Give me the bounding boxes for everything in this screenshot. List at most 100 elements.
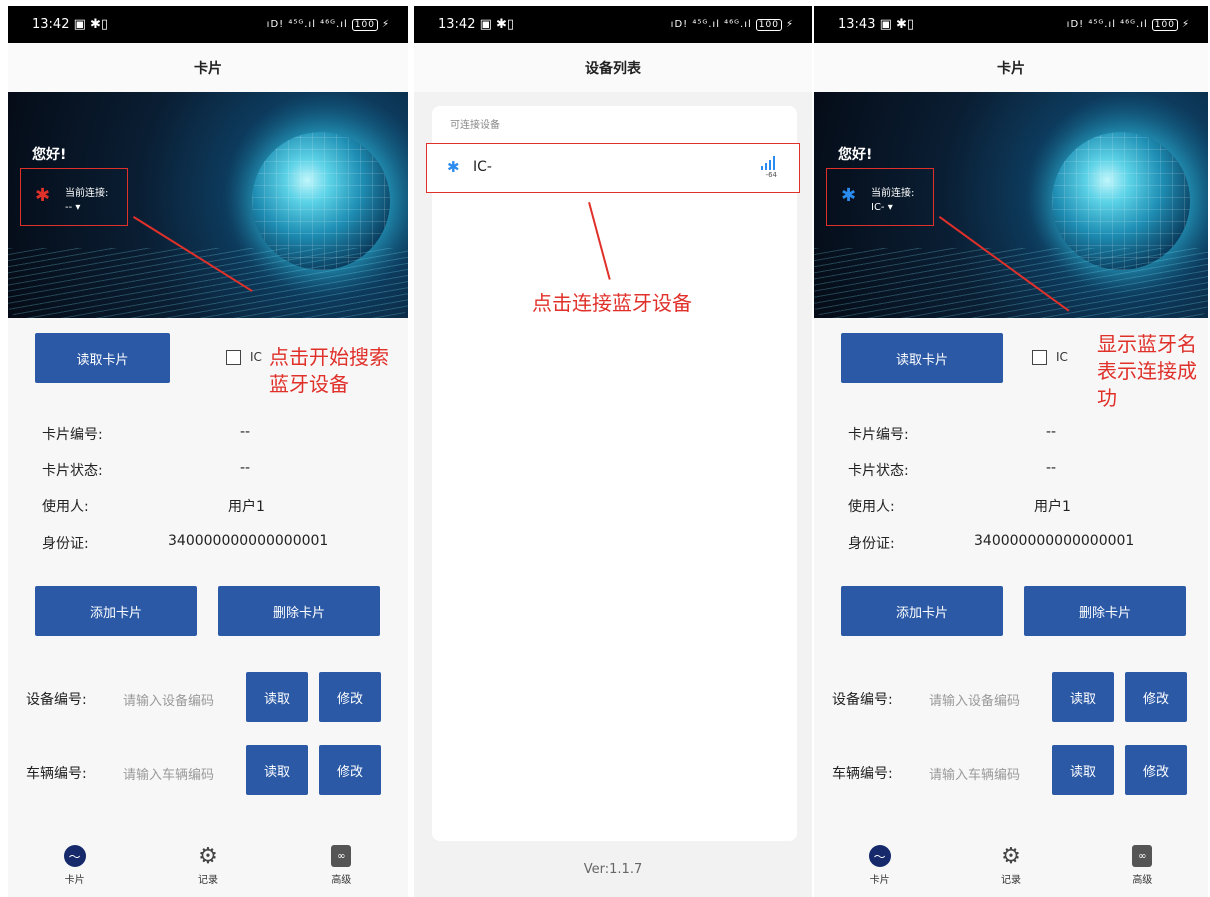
user-value: 用户1 <box>1034 499 1071 515</box>
wave-illustration <box>814 248 1208 318</box>
user-label: 使用人: <box>848 499 895 515</box>
greeting: 您好! <box>32 147 67 163</box>
card-tab-icon: 〜 <box>63 845 86 867</box>
tab-advanced[interactable]: ∞ 高级 <box>1102 845 1182 897</box>
battery-icon: 100 <box>755 18 782 31</box>
delete-card-button[interactable]: 删除卡片 <box>1024 586 1186 636</box>
annotation-line-2: 蓝牙设备 <box>269 372 349 396</box>
id-card-label: 身份证: <box>42 536 89 552</box>
card-no-value: -- <box>240 424 251 440</box>
tab-records[interactable]: ⚙ 记录 <box>971 843 1051 897</box>
card-status-value: -- <box>1046 460 1057 476</box>
vehicle-modify-button[interactable]: 修改 <box>1125 745 1187 795</box>
ic-checkbox-label: IC <box>1056 350 1068 364</box>
user-value: 用户1 <box>228 499 265 515</box>
battery-icon: 100 <box>351 18 378 31</box>
device-no-label: 设备编号: <box>26 692 87 708</box>
id-card-value: 340000000000000001 <box>168 533 329 549</box>
vehicle-no-input[interactable]: 请输入车辆编码 <box>929 764 1020 783</box>
id-card-value: 340000000000000001 <box>974 533 1135 549</box>
connection-value: -- ▾ <box>65 202 81 213</box>
add-card-button[interactable]: 添加卡片 <box>35 586 197 636</box>
phone-screen-card-connected: 13:43 ▣ ✱▯ ıD! ⁴⁵ᴳ.ıl ⁴⁶ᴳ.ıl 100 ⚡ 卡片 您好! … <box>814 6 1208 897</box>
annotation-line-1: 点击开始搜索 <box>269 345 389 369</box>
card-status-label: 卡片状态: <box>848 463 909 479</box>
connection-value: IC- ▾ <box>871 202 893 213</box>
device-modify-button[interactable]: 修改 <box>1125 672 1187 722</box>
device-modify-button[interactable]: 修改 <box>319 672 381 722</box>
annotation-line-1: 显示蓝牙名 <box>1097 332 1197 356</box>
status-icons: ▣ ✱▯ <box>73 17 109 32</box>
vehicle-read-button[interactable]: 读取 <box>246 745 308 795</box>
ic-checkbox-label: IC <box>250 350 262 364</box>
advanced-tab-icon: ∞ <box>330 845 352 867</box>
tab-advanced-label: 高级 <box>331 875 352 886</box>
tab-card[interactable]: 〜卡片 <box>840 845 920 897</box>
status-time: 13:42 <box>438 17 476 32</box>
signal-strength-icon <box>761 156 775 170</box>
tab-advanced[interactable]: ∞ 高级 <box>301 845 381 897</box>
card-status-value: -- <box>240 460 251 476</box>
connection-label: 当前连接: <box>65 188 109 199</box>
phone-screen-card-disconnected: 13:42 ▣ ✱▯ ıD! ⁴⁵ᴳ.ıl ⁴⁶ᴳ.ıl 100 ⚡ 卡片 您好! … <box>8 6 408 897</box>
add-card-button[interactable]: 添加卡片 <box>841 586 1003 636</box>
charging-icon: ⚡ <box>381 19 390 30</box>
battery-icon: 100 <box>1151 18 1178 31</box>
tab-records-label: 记录 <box>1000 875 1021 886</box>
status-icons: ▣ ✱▯ <box>879 17 915 32</box>
read-card-button[interactable]: 读取卡片 <box>841 333 1003 383</box>
bottom-tab-bar: 〜卡片 ⚙ 记录 ∞ 高级 <box>8 837 408 897</box>
device-row[interactable]: ✱ IC- -64 <box>426 143 800 193</box>
charging-icon: ⚡ <box>785 19 794 30</box>
hero-banner: 您好! ✱ 当前连接: IC- ▾ <box>814 92 1208 318</box>
connection-selector[interactable]: ✱ 当前连接: IC- ▾ <box>826 168 934 226</box>
page-title: 卡片 <box>814 43 1208 92</box>
wave-illustration <box>8 248 408 318</box>
rssi-value: -64 <box>765 171 777 179</box>
status-time: 13:42 <box>32 17 70 32</box>
card-no-value: -- <box>1046 424 1057 440</box>
phone-screen-device-list: 13:42 ▣ ✱▯ ıD! ⁴⁵ᴳ.ıl ⁴⁶ᴳ.ıl 100 ⚡ 设备列表 可连… <box>414 6 812 897</box>
device-name: IC- <box>473 159 492 175</box>
vehicle-no-label: 车辆编号: <box>832 766 893 782</box>
vehicle-modify-button[interactable]: 修改 <box>319 745 381 795</box>
ic-checkbox[interactable] <box>226 350 241 365</box>
user-label: 使用人: <box>42 499 89 515</box>
delete-card-button[interactable]: 删除卡片 <box>218 586 380 636</box>
vehicle-read-button[interactable]: 读取 <box>1052 745 1114 795</box>
tab-records[interactable]: ⚙ 记录 <box>168 844 248 897</box>
status-bar: 13:43 ▣ ✱▯ ıD! ⁴⁵ᴳ.ıl ⁴⁶ᴳ.ıl 100 ⚡ <box>814 6 1208 43</box>
bluetooth-icon: ✱ <box>841 185 857 206</box>
device-list-panel <box>432 106 797 841</box>
section-title: 可连接设备 <box>450 120 500 131</box>
annotation-text: 点击连接蓝牙设备 <box>532 291 692 315</box>
advanced-tab-icon: ∞ <box>1131 845 1153 867</box>
gear-icon: ⚙ <box>1001 843 1021 869</box>
id-card-label: 身份证: <box>848 536 895 552</box>
page-title: 设备列表 <box>414 43 812 92</box>
tab-records-label: 记录 <box>197 875 218 886</box>
annotation-text: 点击开始搜索 蓝牙设备 <box>269 344 389 398</box>
tab-card-label: 卡片 <box>869 875 890 886</box>
device-no-input[interactable]: 请输入设备编码 <box>123 690 214 709</box>
card-status-label: 卡片状态: <box>42 463 103 479</box>
connection-selector[interactable]: ✱ 当前连接: -- ▾ <box>20 168 128 226</box>
status-time: 13:43 <box>838 17 876 32</box>
vehicle-no-label: 车辆编号: <box>26 766 87 782</box>
signal-icons: ıD! ⁴⁵ᴳ.ıl ⁴⁶ᴳ.ıl <box>266 19 348 30</box>
annotation-line-3: 功 <box>1097 386 1117 410</box>
tab-card[interactable]: 〜卡片 <box>35 845 115 897</box>
card-no-label: 卡片编号: <box>42 427 103 443</box>
bluetooth-icon: ✱ <box>35 185 51 206</box>
connection-label: 当前连接: <box>871 188 915 199</box>
vehicle-no-input[interactable]: 请输入车辆编码 <box>123 764 214 783</box>
card-tab-icon: 〜 <box>868 845 891 867</box>
device-read-button[interactable]: 读取 <box>1052 672 1114 722</box>
ic-checkbox[interactable] <box>1032 350 1047 365</box>
read-card-button[interactable]: 读取卡片 <box>35 333 170 383</box>
annotation-line-2: 表示连接成 <box>1097 359 1197 383</box>
status-bar: 13:42 ▣ ✱▯ ıD! ⁴⁵ᴳ.ıl ⁴⁶ᴳ.ıl 100 ⚡ <box>8 6 408 43</box>
device-no-input[interactable]: 请输入设备编码 <box>929 690 1020 709</box>
device-read-button[interactable]: 读取 <box>246 672 308 722</box>
hero-banner: 您好! ✱ 当前连接: -- ▾ <box>8 92 408 318</box>
